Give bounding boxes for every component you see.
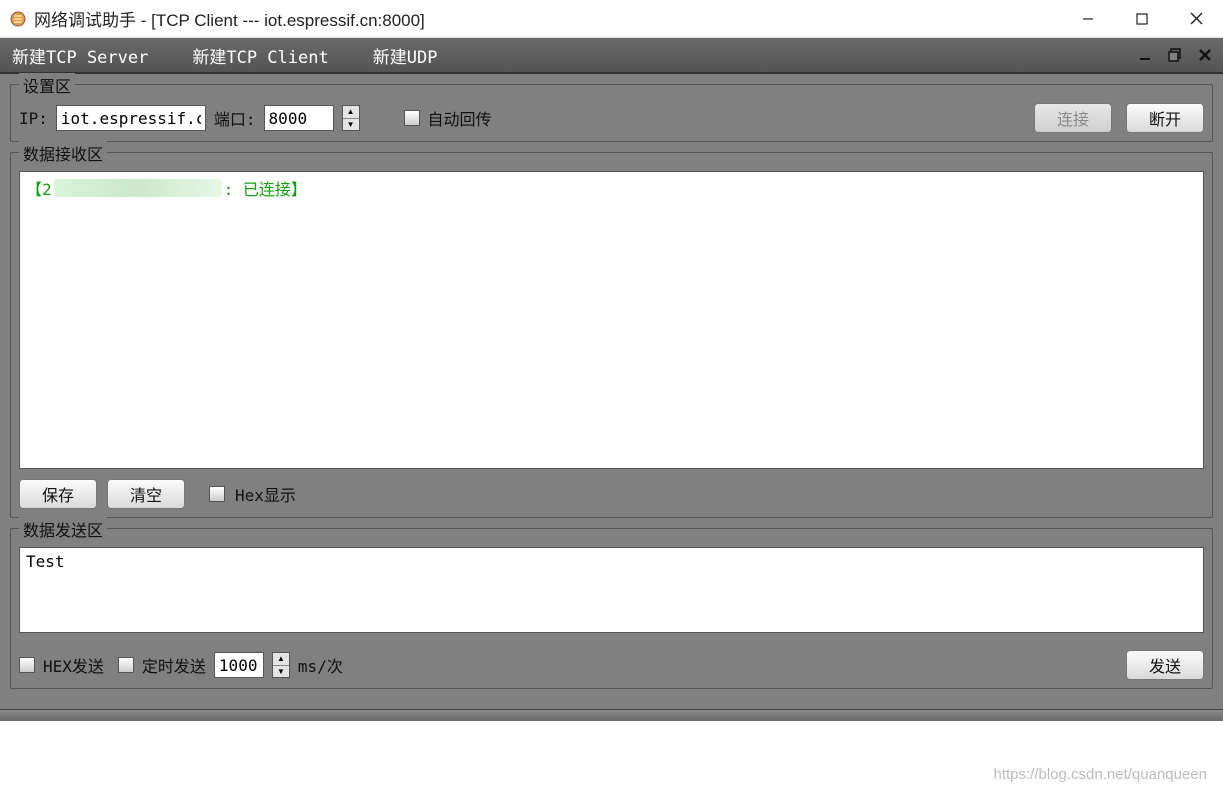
minimize-button[interactable] <box>1061 0 1115 37</box>
settings-legend: 设置区 <box>19 73 75 97</box>
title-bar: 网络调试助手 - [TCP Client --- iot.espressif.c… <box>0 0 1223 38</box>
receive-panel: 数据接收区 【2 : 已连接】 保存 清空 Hex显示 <box>10 152 1213 518</box>
hex-display-checkbox[interactable] <box>209 486 225 502</box>
send-textarea[interactable] <box>19 547 1204 633</box>
receive-legend: 数据接收区 <box>19 141 107 165</box>
timed-send-label: 定时发送 <box>142 653 206 677</box>
menu-bar: 新建TCP Server 新建TCP Client 新建UDP <box>0 38 1223 74</box>
status-footer <box>0 709 1223 721</box>
close-button[interactable] <box>1169 0 1223 37</box>
port-spinner[interactable]: ▲ ▼ <box>342 105 360 131</box>
port-input[interactable] <box>264 105 334 131</box>
client-area: 设置区 IP: 端口: ▲ ▼ 自动回传 连接 断开 数 <box>0 74 1223 709</box>
spinner-up-icon[interactable]: ▲ <box>273 653 289 666</box>
spinner-down-icon[interactable]: ▼ <box>273 666 289 678</box>
auto-return-label: 自动回传 <box>428 106 492 130</box>
maximize-button[interactable] <box>1115 0 1169 37</box>
receive-textarea[interactable]: 【2 : 已连接】 <box>19 171 1204 469</box>
spinner-down-icon[interactable]: ▼ <box>343 119 359 131</box>
hex-send-checkbox[interactable] <box>19 657 35 673</box>
window-controls <box>1061 0 1223 37</box>
interval-unit-label: ms/次 <box>298 653 343 677</box>
menu-new-tcp-server[interactable]: 新建TCP Server <box>0 38 160 72</box>
settings-panel: 设置区 IP: 端口: ▲ ▼ 自动回传 连接 断开 <box>10 84 1213 142</box>
interval-input[interactable] <box>214 652 264 678</box>
receive-msg-suffix: : 已连接】 <box>224 176 307 200</box>
hex-send-label: HEX发送 <box>43 653 104 677</box>
send-legend: 数据发送区 <box>19 517 107 541</box>
disconnect-button[interactable]: 断开 <box>1126 103 1204 133</box>
ip-input[interactable] <box>56 105 206 131</box>
timed-send-checkbox[interactable] <box>118 657 134 673</box>
interval-spinner[interactable]: ▲ ▼ <box>272 652 290 678</box>
watermark: https://blog.csdn.net/quanqueen <box>993 766 1207 783</box>
window-title: 网络调试助手 - [TCP Client --- iot.espressif.c… <box>34 6 425 31</box>
doc-close-icon[interactable] <box>1195 45 1215 65</box>
connect-button[interactable]: 连接 <box>1034 103 1112 133</box>
document-controls <box>1135 38 1215 72</box>
save-button[interactable]: 保存 <box>19 479 97 509</box>
app-icon <box>8 9 28 29</box>
doc-restore-icon[interactable] <box>1165 45 1185 65</box>
auto-return-checkbox[interactable] <box>404 110 420 126</box>
menu-new-udp[interactable]: 新建UDP <box>361 38 450 72</box>
hex-display-label: Hex显示 <box>235 482 296 506</box>
redacted-text <box>54 179 222 197</box>
receive-msg-prefix: 【2 <box>26 176 52 200</box>
spinner-up-icon[interactable]: ▲ <box>343 106 359 119</box>
ip-label: IP: <box>19 109 48 128</box>
send-button[interactable]: 发送 <box>1126 650 1204 680</box>
doc-minimize-icon[interactable] <box>1135 45 1155 65</box>
menu-new-tcp-client[interactable]: 新建TCP Client <box>180 38 340 72</box>
send-panel: 数据发送区 HEX发送 定时发送 ▲ ▼ ms/次 发送 <box>10 528 1213 689</box>
clear-button[interactable]: 清空 <box>107 479 185 509</box>
port-label: 端口: <box>214 106 256 130</box>
receive-message: 【2 : 已连接】 <box>26 176 1197 200</box>
